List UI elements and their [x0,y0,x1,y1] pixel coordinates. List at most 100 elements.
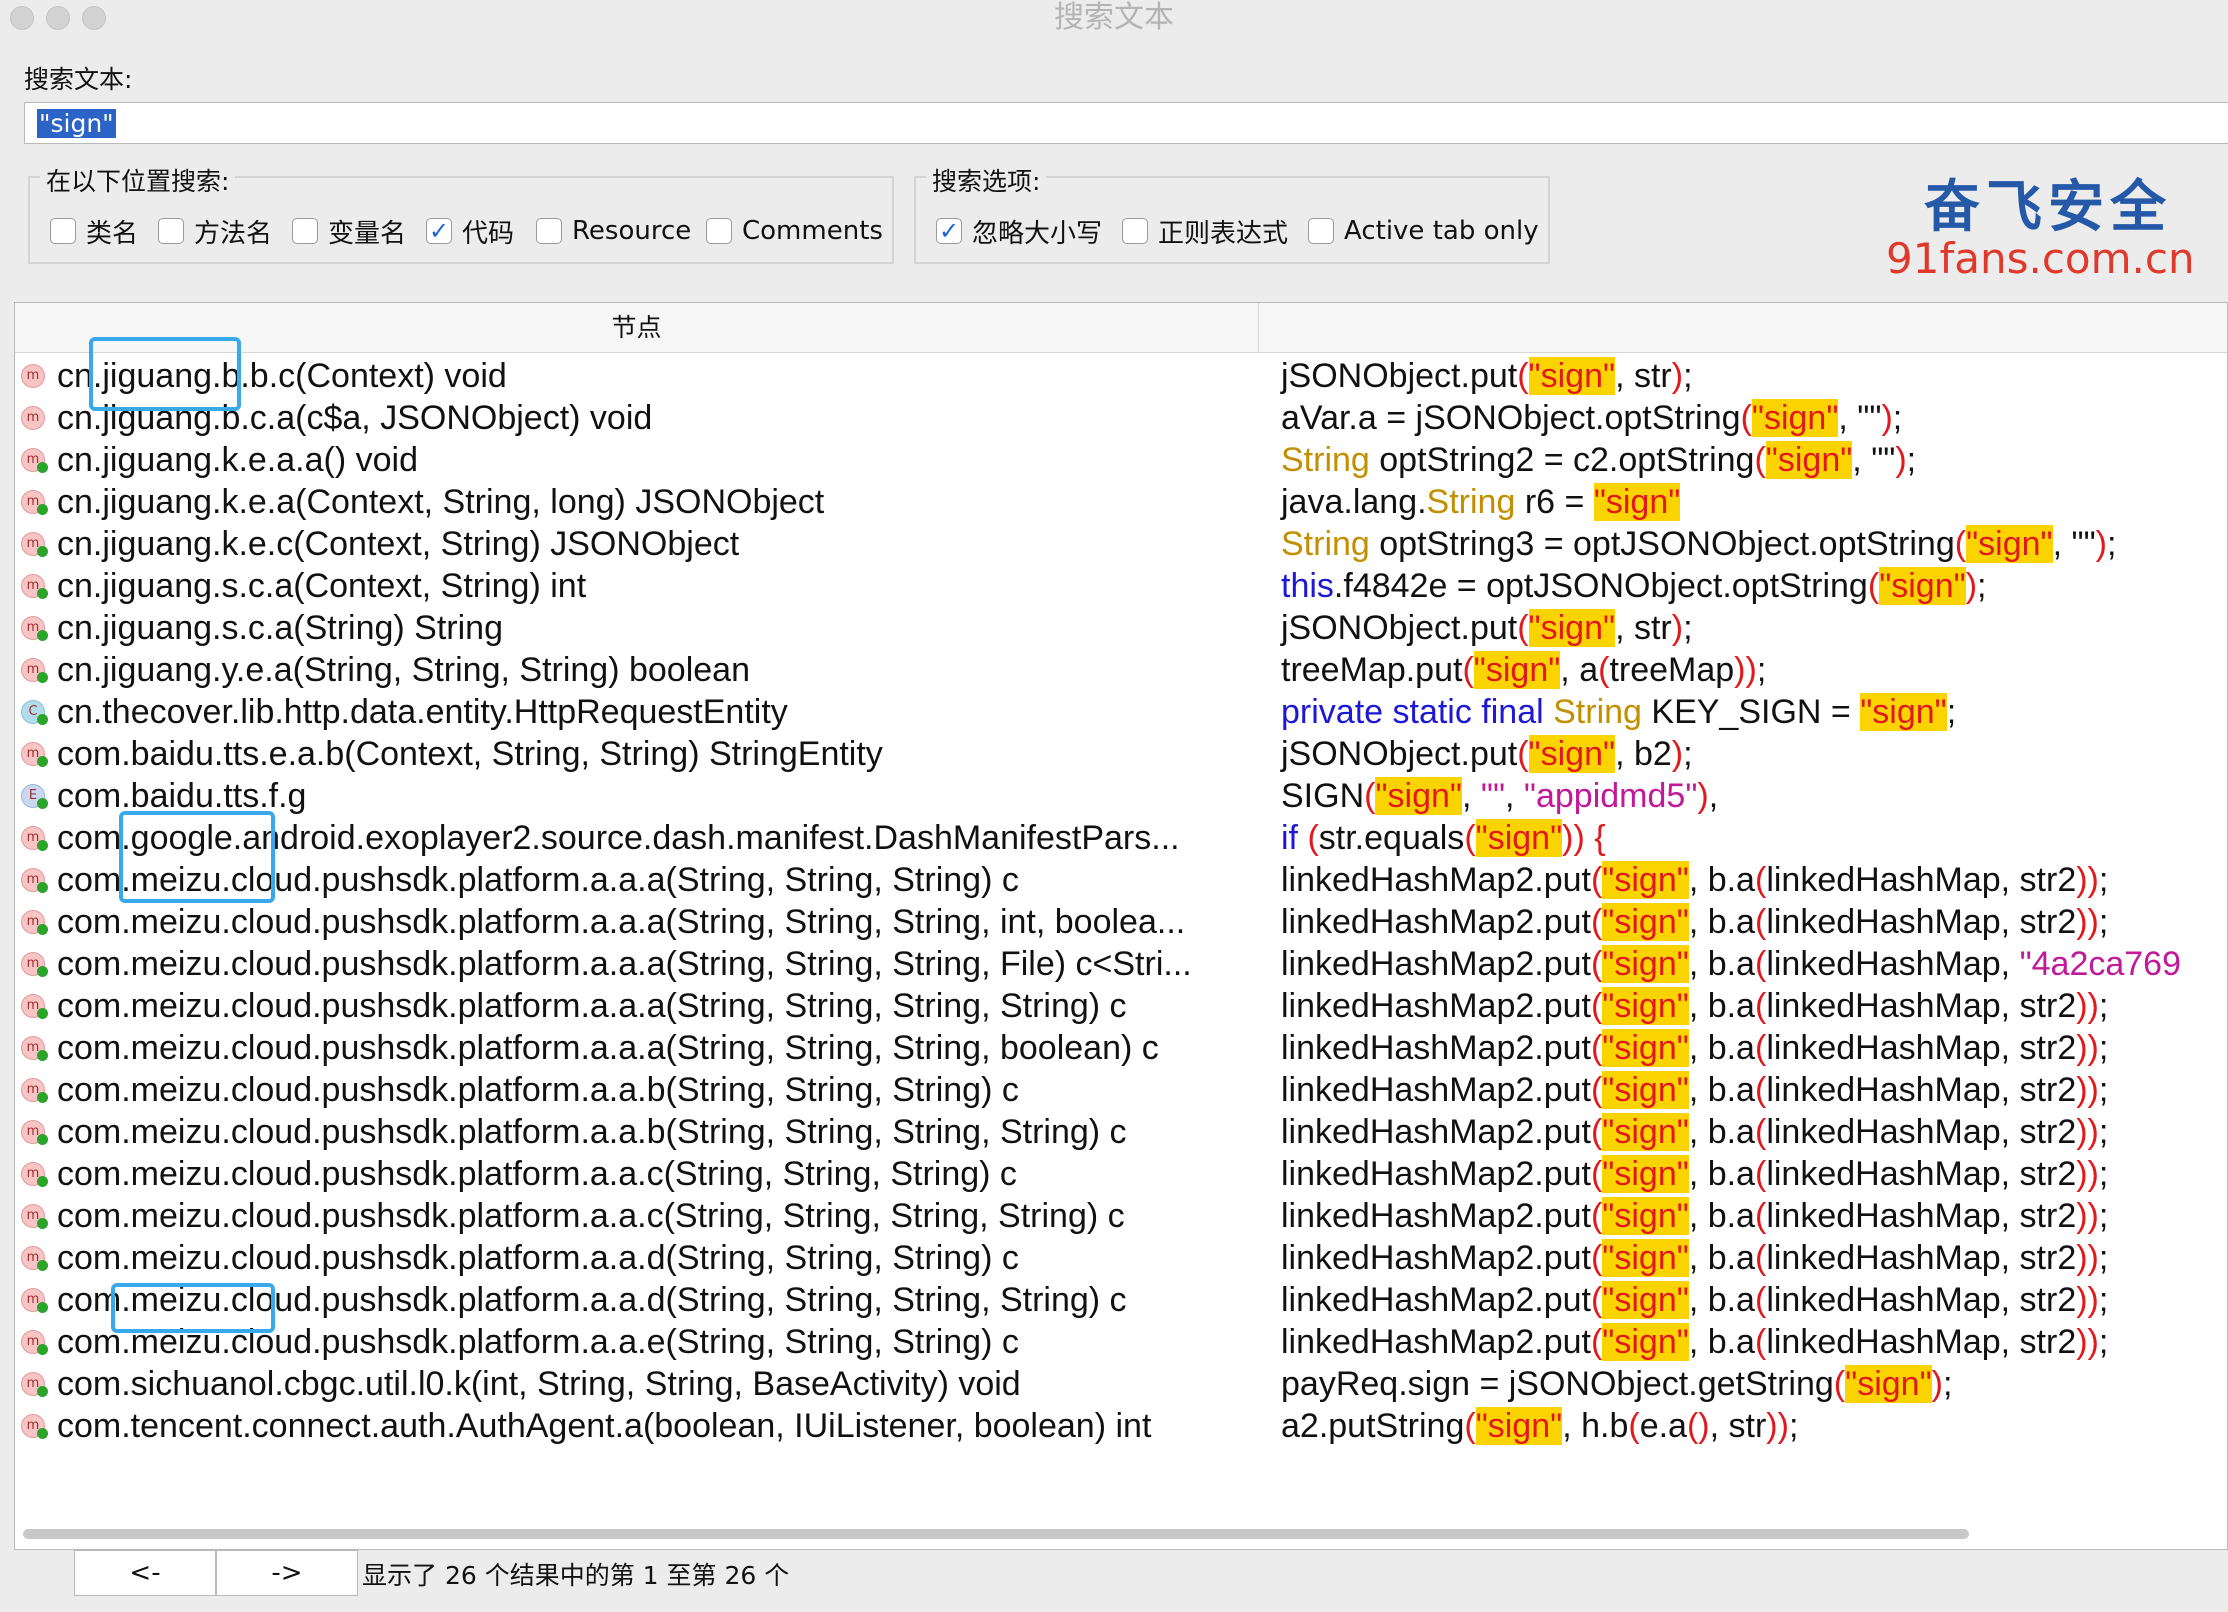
table-row[interactable]: m com.meizu.cloud.pushsdk.platform.a.a.e(… [15,1321,2227,1363]
row-code: linkedHashMap2.put("sign", b.a(linkedHas… [1281,859,2108,901]
table-row[interactable]: Ccn.thecover.lib.http.data.entity.HttpRe… [15,691,2227,733]
checkbox-resource[interactable] [536,218,562,244]
code-token: )) [2076,1029,2099,1067]
table-row[interactable]: m com.sichuanol.cbgc.util.l0.k(int, Strin… [15,1363,2227,1405]
table-row[interactable]: m com.meizu.cloud.pushsdk.platform.a.a.a(… [15,859,2227,901]
code-token: "appidmd5" [1523,777,1698,815]
method-icon: m [21,1288,48,1313]
match-highlight: "sign" [1845,1365,1932,1403]
match-highlight: "sign" [1602,945,1689,983]
code-token: ( [1628,1407,1640,1445]
table-row[interactable]: m com.meizu.cloud.pushsdk.platform.a.a.d(… [15,1279,2227,1321]
table-row[interactable]: m cn.jiguang.s.c.a(String) String jSONObje… [15,607,2227,649]
match-highlight: "sign" [1602,903,1689,941]
table-row[interactable]: m cn.jiguang.b.c.a(c$a, JSONObject) void a… [15,397,2227,439]
checkbox-class-name[interactable] [50,218,76,244]
checkbox-code[interactable]: ✓ [426,218,452,244]
option-variable-name[interactable]: 变量名 [292,215,406,249]
match-highlight: "sign" [1528,735,1616,773]
table-row[interactable]: m cn.jiguang.k.e.a(Context, String, long)… [15,481,2227,523]
table-row[interactable]: m com.meizu.cloud.pushsdk.platform.a.a.a(… [15,985,2227,1027]
code-token: ) [2095,525,2107,563]
table-row[interactable]: m com.meizu.cloud.pushsdk.platform.a.a.d(… [15,1237,2227,1279]
table-row[interactable]: m com.baidu.tts.e.a.b(Context, String, St… [15,733,2227,775]
method-icon-glyph: m [26,368,40,383]
match-highlight: "sign" [1473,651,1561,689]
code-token: ( [1590,945,1603,983]
code-token: ) [1671,357,1684,395]
method-icon: m [21,490,48,515]
row-node: cn.thecover.lib.http.data.entity.HttpReq… [57,693,788,731]
code-token: ( [1598,651,1610,689]
row-node: cn.jiguang.s.c.a(String) String [57,609,503,647]
table-row[interactable]: Ecom.baidu.tts.f.g SIGN("sign", "", "appi… [15,775,2227,817]
checkbox-comments[interactable] [706,218,732,244]
checkbox-regex[interactable] [1122,218,1148,244]
option-ignore-case[interactable]: ✓ 忽略大小写 [936,215,1102,249]
option-resource[interactable]: Resource [536,215,691,247]
code-token: linkedHashMap2.put [1281,1281,1591,1319]
horizontal-scrollbar[interactable] [23,1529,1969,1539]
table-row[interactable]: m com.meizu.cloud.pushsdk.platform.a.a.c(… [15,1153,2227,1195]
match-highlight: "sign" [1602,987,1689,1025]
table-row[interactable]: m cn.jiguang.k.e.a.a() void String optStri… [15,439,2227,481]
option-code[interactable]: ✓ 代码 [426,215,514,249]
code-token: ( [1754,987,1767,1025]
prev-page-button[interactable]: <- [74,1550,216,1596]
table-row[interactable]: m com.meizu.cloud.pushsdk.platform.a.a.a(… [15,901,2227,943]
code-token: , b.a [1688,1071,1755,1109]
code-token: treeMap.put [1281,651,1463,689]
row-code: linkedHashMap2.put("sign", b.a(linkedHas… [1281,943,2181,985]
checkbox-variable-name[interactable] [292,218,318,244]
code-token: ( [1590,1239,1603,1277]
row-node: com.meizu.cloud.pushsdk.platform.a.a.a(S… [57,987,1127,1025]
option-comments[interactable]: Comments [706,215,883,247]
row-node: com.meizu.cloud.pushsdk.platform.a.a.a(S… [57,945,1192,983]
code-token: ( [1754,861,1767,899]
table-row[interactable]: m com.meizu.cloud.pushsdk.platform.a.a.c(… [15,1195,2227,1237]
checkbox-ignore-case[interactable]: ✓ [936,218,962,244]
code-token: ; [2098,903,2109,941]
match-highlight: "sign" [1966,525,2053,563]
row-code: String optString2 = c2.optString("sign",… [1281,439,1916,481]
search-options-title: 搜索选项: [926,162,1047,198]
code-token: String [1281,525,1370,563]
checkbox-method-name[interactable] [158,218,184,244]
code-token: , b.a [1688,861,1755,899]
table-row[interactable]: m cn.jiguang.s.c.a(Context, String) int th… [15,565,2227,607]
table-row[interactable]: m com.meizu.cloud.pushsdk.platform.a.a.b(… [15,1111,2227,1153]
table-row[interactable]: m cn.jiguang.y.e.a(String, String, String… [15,649,2227,691]
row-code: payReq.sign = jSONObject.getString("sign… [1281,1363,1952,1405]
code-token: ( [1954,525,1967,563]
code-token: , b.a [1688,945,1755,983]
next-page-button[interactable]: -> [216,1550,358,1596]
search-input[interactable]: "sign" [24,102,2228,144]
access-dot-icon [37,1008,48,1019]
row-code: if (str.equals("sign")) { [1281,817,1606,859]
code-token: linkedHashMap2.put [1281,1113,1591,1151]
option-regex[interactable]: 正则表达式 [1122,215,1288,249]
code-token: r6 = [1515,483,1594,521]
code-token: , b.a [1688,903,1755,941]
match-highlight: "sign" [1593,483,1681,521]
method-icon: m [21,1246,48,1271]
method-icon: m [21,994,48,1019]
row-node: com.meizu.cloud.pushsdk.platform.a.a.d(S… [57,1239,1019,1277]
table-row[interactable]: m com.google.android.exoplayer2.source.da… [15,817,2227,859]
option-active-tab-only[interactable]: Active tab only [1308,215,1539,247]
table-row[interactable]: m com.meizu.cloud.pushsdk.platform.a.a.b(… [15,1069,2227,1111]
class-icon: C [21,700,48,725]
checkbox-active-tab-only[interactable] [1308,218,1334,244]
results-table[interactable]: 节点 m cn.jiguang.b.b.c(Context) void jSONOb… [14,302,2228,1550]
access-dot-icon [37,1134,48,1145]
table-row[interactable]: m cn.jiguang.b.b.c(Context) void jSONObjec… [15,355,2227,397]
code-token: )) [2076,903,2099,941]
option-method-name[interactable]: 方法名 [158,215,272,249]
table-row[interactable]: m com.meizu.cloud.pushsdk.platform.a.a.a(… [15,1027,2227,1069]
table-row[interactable]: m com.tencent.connect.auth.AuthAgent.a(bo… [15,1405,2227,1447]
option-class-name[interactable]: 类名 [50,215,138,249]
table-row[interactable]: m cn.jiguang.k.e.c(Context, String) JSONO… [15,523,2227,565]
search-input-value: "sign" [37,109,116,138]
table-row[interactable]: m com.meizu.cloud.pushsdk.platform.a.a.a(… [15,943,2227,985]
